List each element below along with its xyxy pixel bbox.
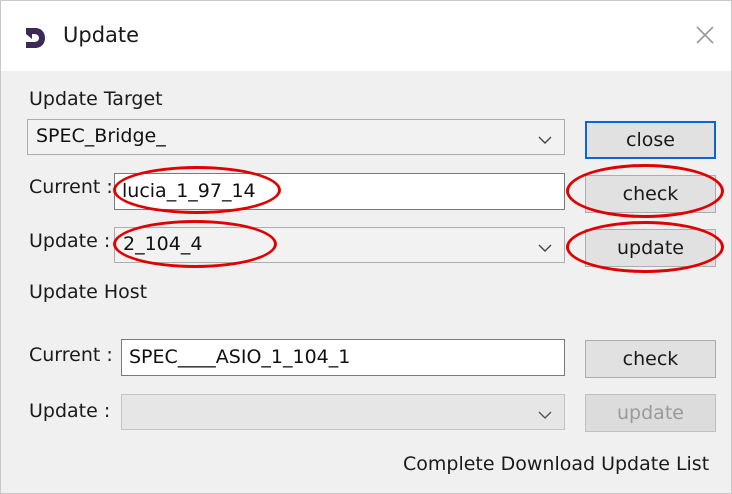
title-bar: Update bbox=[1, 1, 731, 71]
target-update-select[interactable]: 2_104_4 bbox=[114, 227, 565, 263]
host-update-label: Update : bbox=[29, 400, 111, 422]
host-current-label: Current : bbox=[29, 344, 113, 366]
update-host-heading: Update Host bbox=[29, 281, 148, 303]
complete-download-update-list-link[interactable]: Complete Download Update List bbox=[403, 453, 709, 475]
target-update-label: Update : bbox=[29, 230, 111, 252]
target-update-select-value: 2_104_4 bbox=[123, 233, 203, 255]
app-logo-icon bbox=[23, 26, 47, 50]
host-current-field[interactable]: SPEC____ASIO_1_104_1 bbox=[121, 339, 565, 376]
chevron-down-icon bbox=[538, 131, 552, 144]
target-check-button[interactable]: check bbox=[585, 175, 716, 213]
host-update-select[interactable] bbox=[121, 394, 565, 430]
chevron-down-icon bbox=[538, 239, 552, 252]
target-select-value: SPEC_Bridge_ bbox=[36, 125, 166, 147]
host-update-button[interactable]: update bbox=[585, 394, 716, 432]
update-dialog: Update Update Target SPEC_Bridge_ close … bbox=[0, 0, 732, 494]
host-current-value: SPEC____ASIO_1_104_1 bbox=[129, 346, 351, 368]
target-current-field[interactable]: lucia_1_97_14 bbox=[114, 173, 565, 210]
target-update-button[interactable]: update bbox=[585, 229, 716, 267]
update-target-heading: Update Target bbox=[29, 88, 163, 110]
window-title: Update bbox=[63, 23, 140, 47]
target-select[interactable]: SPEC_Bridge_ bbox=[27, 119, 565, 155]
host-check-button[interactable]: check bbox=[585, 340, 716, 378]
chevron-down-icon bbox=[538, 406, 552, 419]
target-current-value: lucia_1_97_14 bbox=[122, 180, 256, 202]
close-icon[interactable] bbox=[691, 21, 719, 49]
close-button[interactable]: close bbox=[585, 121, 716, 159]
target-current-label: Current : bbox=[29, 176, 113, 198]
